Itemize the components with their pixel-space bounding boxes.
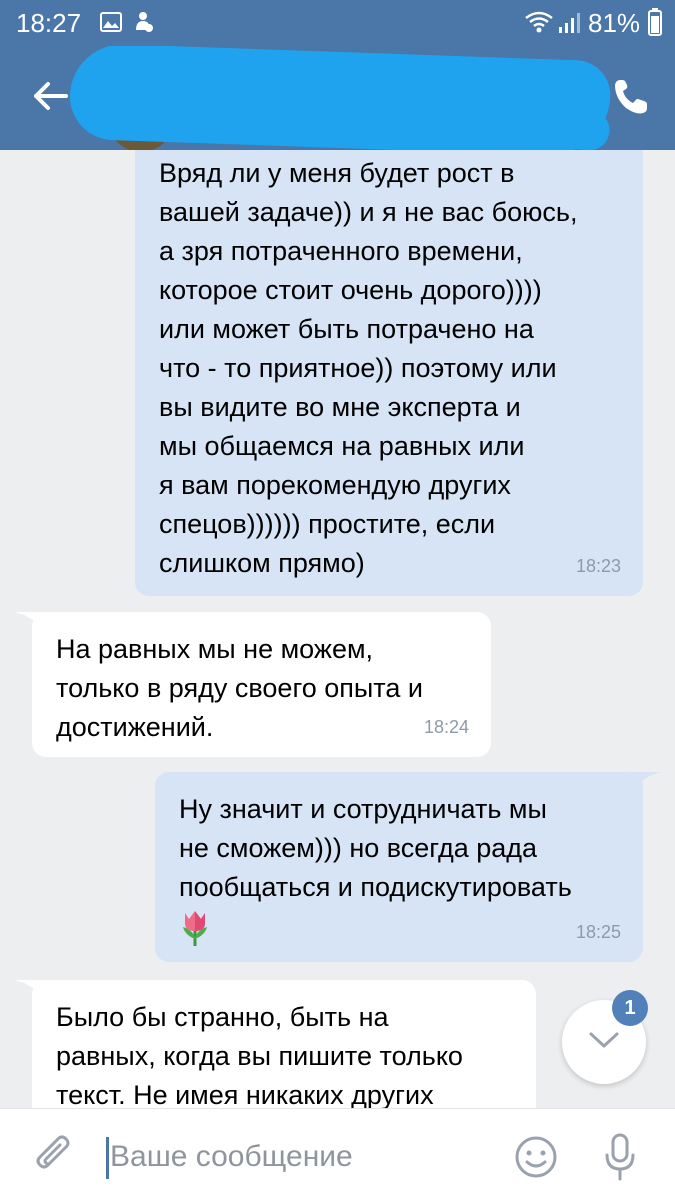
status-time: 18:27 bbox=[16, 8, 82, 38]
message-list[interactable]: Вряд ли у меня будет рост в вашей задаче… bbox=[0, 150, 675, 1108]
message-incoming[interactable]: Было бы странно, быть на равных, когда в… bbox=[32, 980, 536, 1108]
battery-icon bbox=[648, 8, 662, 36]
signal-icon bbox=[559, 13, 580, 33]
message-incoming[interactable]: На равных мы не можем, только в ряду сво… bbox=[32, 612, 491, 757]
unread-badge: 1 bbox=[612, 990, 648, 1026]
message-text: Ну значит и сотрудничать мы не сможем)))… bbox=[179, 794, 572, 902]
wifi-icon bbox=[525, 11, 553, 33]
message-input[interactable] bbox=[110, 1133, 490, 1181]
text-caret bbox=[106, 1137, 109, 1179]
message-time: 18:25 bbox=[575, 922, 621, 942]
phone-icon[interactable] bbox=[612, 78, 650, 116]
notification-icon bbox=[136, 12, 153, 32]
message-text: Было бы странно, быть на равных, когда в… bbox=[56, 1002, 463, 1108]
microphone-icon[interactable] bbox=[602, 1133, 638, 1183]
attach-icon[interactable] bbox=[34, 1135, 74, 1179]
status-bar: 18:27 81% bbox=[0, 0, 675, 46]
message-outgoing[interactable]: Ну значит и сотрудничать мы не сможем)))… bbox=[155, 772, 643, 962]
chevron-down-icon bbox=[589, 1032, 619, 1048]
battery-percent: 81% bbox=[588, 8, 641, 38]
chat-header bbox=[0, 46, 675, 150]
tulip-icon bbox=[183, 910, 207, 946]
gallery-icon bbox=[100, 12, 122, 32]
message-text: На равных мы не можем, только в ряду сво… bbox=[56, 634, 423, 742]
back-arrow-icon[interactable] bbox=[30, 76, 70, 116]
emoji-icon[interactable] bbox=[514, 1135, 558, 1179]
message-text: Вряд ли у меня будет рост в вашей задаче… bbox=[159, 158, 578, 578]
message-time: 18:23 bbox=[575, 556, 621, 576]
message-time: 18:24 bbox=[423, 717, 469, 737]
message-composer bbox=[0, 1108, 675, 1200]
message-outgoing[interactable]: Вряд ли у меня будет рост в вашей задаче… bbox=[135, 150, 643, 596]
